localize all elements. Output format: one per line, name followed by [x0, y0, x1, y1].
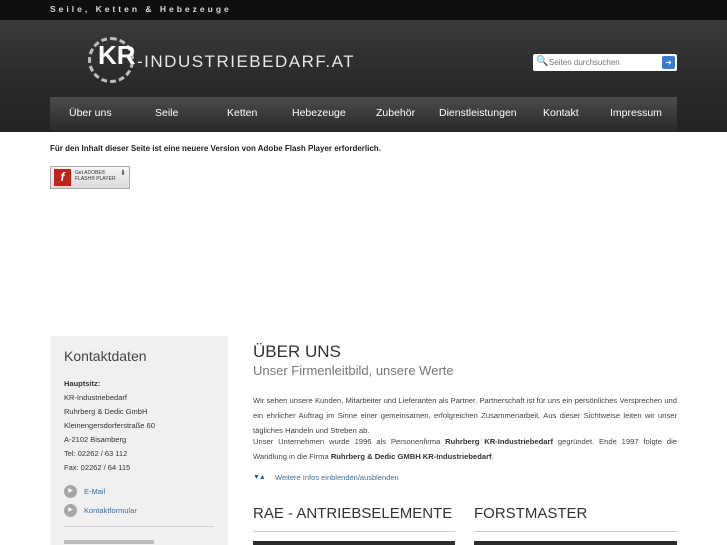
- phone-line: Tel: 02262 / 63 112: [64, 449, 128, 458]
- history-text: Unser Unternehmen wurde 1996 als Persone…: [253, 437, 446, 446]
- history-paragraph: Unser Unternehmen wurde 1996 als Persone…: [253, 434, 677, 464]
- history-bold: Ruhrberg KR-Industriebedarf: [445, 437, 553, 446]
- search-input[interactable]: [549, 56, 657, 69]
- search-submit-button[interactable]: ➜: [662, 56, 675, 69]
- logo-text[interactable]: -INDUSTRIEBEDARF.AT: [137, 52, 355, 72]
- history-bold: Ruhrberg & Dedic GMBH KR-Industriebedarf: [330, 452, 492, 461]
- intro-paragraph: Wir sehen unsere Kunden, Mitarbeiter und…: [253, 396, 677, 435]
- main-nav: Über uns Seile Ketten Hebezeuge Zubehör …: [50, 97, 677, 131]
- address-line: A-2102 Bisamberg: [64, 435, 127, 444]
- download-arrow-icon: ⬇: [120, 170, 126, 177]
- box-image-forstmaster[interactable]: [474, 541, 677, 545]
- flash-required-message: Für den Inhalt dieser Seite ist eine neu…: [50, 144, 381, 153]
- box-divider: [253, 531, 455, 532]
- search-icon: 🔍: [536, 56, 549, 67]
- more-info-toggle-label[interactable]: Weitere Infos einblenden/ausblenden: [275, 473, 399, 482]
- address-line: Kleinengersdorferstraße 60: [64, 421, 155, 430]
- sidebar-title: Kontaktdaten: [64, 348, 147, 364]
- box-title-rae[interactable]: RAE - ANTRIEBSELEMENTE: [253, 505, 452, 522]
- history-text: .: [491, 452, 494, 461]
- nav-item-dienstleistungen[interactable]: Dienstleistungen: [439, 107, 517, 119]
- contact-sidebar: Kontaktdaten Hauptsitz: KR-Industriebeda…: [50, 336, 228, 545]
- site-tagline: Seile, Ketten & Hebezeuge: [50, 4, 232, 14]
- box-divider: [474, 531, 677, 532]
- fax-line: Fax: 02262 / 64 115: [64, 463, 131, 472]
- search-box: 🔍 ➜: [533, 54, 677, 71]
- box-image-rae[interactable]: [253, 541, 455, 545]
- address-line: KR-Industriebedarf: [64, 393, 127, 402]
- nav-item-seile[interactable]: Seile: [155, 107, 178, 119]
- get-flash-player-button[interactable]: f Get ADOBE® FLASH® PLAYER ⬇: [50, 166, 130, 189]
- nav-item-ueber-uns[interactable]: Über uns: [69, 107, 112, 119]
- hauptsitz-label: Hauptsitz:: [64, 379, 101, 388]
- sidebar-divider: [64, 526, 214, 527]
- page-subtitle: Unser Firmenleitbild, unsere Werte: [253, 363, 454, 378]
- page-title: ÜBER UNS: [253, 342, 341, 361]
- nav-item-ketten[interactable]: Ketten: [227, 107, 257, 119]
- nav-item-impressum[interactable]: Impressum: [610, 107, 662, 119]
- email-link-label[interactable]: E-Mail: [84, 487, 105, 496]
- nav-item-hebezeuge[interactable]: Hebezeuge: [292, 107, 346, 119]
- sidebar-next-section: [64, 540, 154, 544]
- play-circle-icon: ▶: [64, 485, 77, 498]
- play-circle-icon: ▶: [64, 504, 77, 517]
- nav-item-zubehoer[interactable]: Zubehör: [376, 107, 415, 119]
- flash-player-icon: f: [54, 169, 71, 186]
- box-title-forstmaster[interactable]: FORSTMASTER: [474, 505, 587, 522]
- nav-item-kontakt[interactable]: Kontakt: [543, 107, 579, 119]
- expand-arrows-icon: ▼▲: [253, 474, 266, 481]
- flash-badge-line2: FLASH® PLAYER: [75, 176, 116, 182]
- address-line: Ruhrberg & Dedic GmbH: [64, 407, 148, 416]
- contact-form-link-label[interactable]: Kontaktformular: [84, 506, 137, 515]
- top-bar: Seile, Ketten & Hebezeuge: [0, 0, 727, 20]
- flash-badge-text: Get ADOBE® FLASH® PLAYER: [75, 170, 116, 182]
- logo-kr[interactable]: KR: [98, 40, 136, 71]
